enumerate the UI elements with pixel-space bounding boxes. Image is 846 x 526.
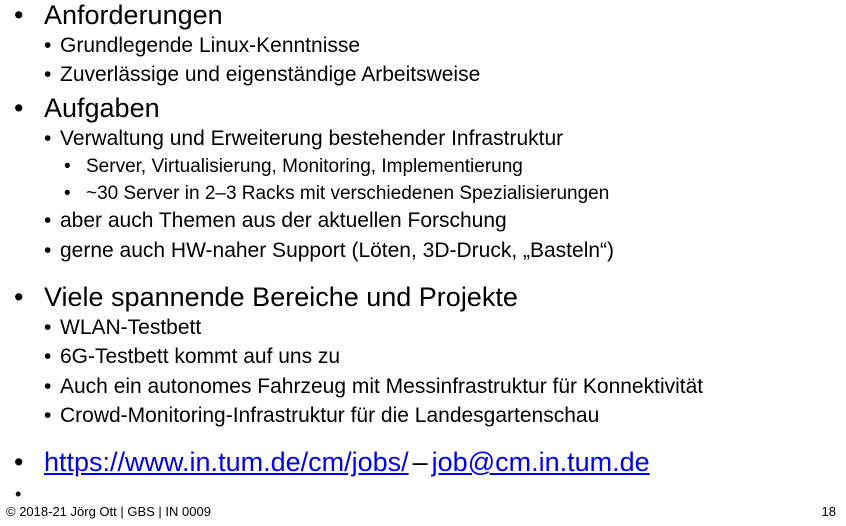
list-item-text: WLAN-Testbett [60,316,202,339]
bullet: • [44,316,52,339]
jobs-link[interactable]: https://www.in.tum.de/cm/jobs/ [44,447,409,477]
list-item: • aber auch Themen aus der aktuellen Fors… [44,209,507,233]
list-item: • Grundlegende Linux-Kenntnisse [44,34,360,58]
link-separator: – [412,447,428,477]
bullet: • [14,93,24,123]
links-line: • https://www.in.tum.de/cm/jobs/– job@cm.i… [14,447,650,478]
list-item: • Crowd-Monitoring-Infrastruktur für die … [44,404,599,428]
page-number: 18 [821,504,836,519]
bullet: • [14,0,24,30]
list-item-text: Auch ein autonomes Fahrzeug mit Messinfr… [60,375,704,398]
list-item-text: Grundlegende Linux-Kenntnisse [60,34,361,57]
bullet: • [44,404,52,427]
footer-copyright: © 2018-21 Jörg Ott | GBS | IN 0009 [6,504,211,519]
list-item: • 6G-Testbett kommt auf uns zu [44,345,340,369]
sub-list-item-text: Server, Virtualisierung, Monitoring, Imp… [86,156,523,177]
bullet: • [44,34,52,57]
list-item: • Verwaltung und Erweiterung bestehender … [44,127,563,151]
bullet: • [44,127,52,150]
email-link[interactable]: job@cm.in.tum.de [432,447,650,477]
sub-list-item-text: ~30 Server in 2–3 Racks mit verschiedene… [86,183,610,204]
list-item: • gerne auch HW-naher Support (Löten, 3D-… [44,239,614,263]
heading-aufgaben: • Aufgaben [14,93,160,124]
list-item-text: 6G-Testbett kommt auf uns zu [60,345,341,368]
bullet: • [44,375,52,398]
heading-text: Viele spannende Bereiche und Projekte [44,282,518,312]
bullet: • [64,156,71,177]
bullet: • [44,209,52,232]
bullet: • [44,239,52,262]
list-item-text: Crowd-Monitoring-Infrastruktur für die L… [60,404,600,427]
heading-anforderungen: • Anforderungen [14,0,223,31]
list-item-text: gerne auch HW-naher Support (Löten, 3D-D… [60,239,615,262]
heading-text: Anforderungen [44,0,223,30]
list-item-text: Verwaltung und Erweiterung bestehender I… [60,127,564,150]
heading-text: Aufgaben [44,93,160,123]
list-item: • Zuverlässige und eigenständige Arbeitsw… [44,63,480,87]
bullet: • [14,447,24,477]
bullet: • [44,345,52,368]
list-item: • WLAN-Testbett [44,316,201,340]
empty-bullet: • [15,484,22,504]
bullet: • [14,282,24,312]
list-item-text: Zuverlässige und eigenständige Arbeitswe… [60,63,481,86]
bullet: • [64,183,71,204]
bullet: • [44,63,52,86]
sub-list-item: • ~30 Server in 2–3 Racks mit verschieden… [64,183,609,205]
list-item: • Auch ein autonomes Fahrzeug mit Messinf… [44,375,703,399]
sub-list-item: • Server, Virtualisierung, Monitoring, Im… [64,156,523,178]
heading-projekte: • Viele spannende Bereiche und Projekte [14,282,518,313]
list-item-text: aber auch Themen aus der aktuellen Forsc… [60,209,507,232]
